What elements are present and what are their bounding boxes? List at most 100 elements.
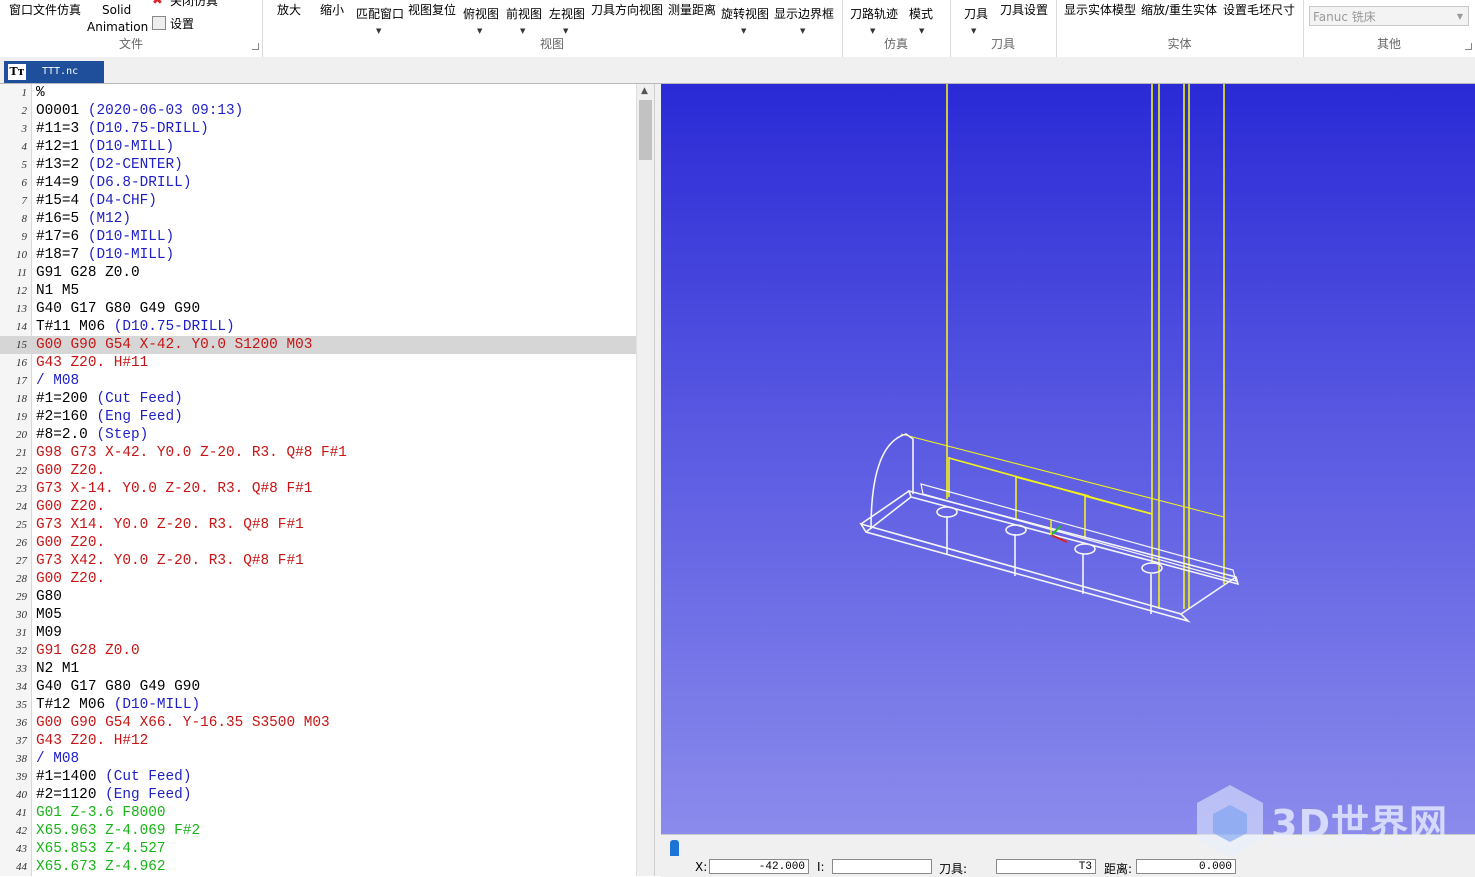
code-line[interactable]: 7 #15=4 (D4-CHF) <box>0 192 636 210</box>
code-line[interactable]: 29 G80 <box>0 588 636 606</box>
fit-window-button[interactable]: 匹配窗口 <box>356 7 404 21</box>
tool-button[interactable]: 刀具 <box>964 7 988 21</box>
line-number: 6 <box>21 177 28 189</box>
code-line[interactable]: 39 #1=1400 (Cut Feed) <box>0 768 636 786</box>
code-line[interactable]: 30 M05 <box>0 606 636 624</box>
code-line[interactable]: 18 #1=200 (Cut Feed) <box>0 390 636 408</box>
code-line[interactable]: 13 G40 G17 G80 G49 G90 <box>0 300 636 318</box>
code-line[interactable]: 23 G73 X-14. Y0.0 Z-20. R3. Q#8 F#1 <box>0 480 636 498</box>
top-view-chevron-down-icon[interactable]: ▼ <box>477 27 482 35</box>
top-view-button[interactable]: 俯视图 <box>463 7 499 21</box>
code-line[interactable]: 40 #2=1120 (Eng Feed) <box>0 786 636 804</box>
code-line[interactable]: 41 G01 Z-3.6 F8000 <box>0 804 636 822</box>
code-line[interactable]: 24 G00 Z20. <box>0 498 636 516</box>
code-line[interactable]: 16 G43 Z20. H#11 <box>0 354 636 372</box>
code-comment: (D6.8-DRILL) <box>87 175 192 191</box>
scrollbar-thumb[interactable] <box>639 100 652 160</box>
code-line[interactable]: 27 G73 X42. Y0.0 Z-20. R3. Q#8 F#1 <box>0 552 636 570</box>
slider-thumb[interactable] <box>670 840 679 856</box>
group-launcher-file-icon[interactable] <box>252 43 259 50</box>
code-text: #15=4 (D4-CHF) <box>36 192 157 210</box>
nc-code-editor[interactable]: 1% 2 O0001 (2020-06-03 09:13) 3 #11=3 (D10.7… <box>0 84 654 876</box>
code-text: G40 G17 G80 G49 G90 <box>36 300 200 318</box>
code-text: G40 G17 G80 G49 G90 <box>36 678 200 696</box>
code-line[interactable]: 22 G00 Z20. <box>0 462 636 480</box>
code-line[interactable]: 21 G98 G73 X-42. Y0.0 Z-20. R3. Q#8 F#1 <box>0 444 636 462</box>
code-line[interactable]: 20 #8=2.0 (Step) <box>0 426 636 444</box>
scroll-up-icon[interactable]: ▲ <box>641 86 648 96</box>
code-line[interactable]: 42 X65.963 Z-4.069 F#2 <box>0 822 636 840</box>
close-sim-icon[interactable]: ✖ <box>152 0 163 8</box>
toolpath-button[interactable]: 刀路轨迹 <box>850 7 898 21</box>
code-line[interactable]: 36 G00 G90 G54 X66. Y-16.35 S3500 M03 <box>0 714 636 732</box>
simulation-3d-viewport[interactable] <box>661 84 1475 834</box>
left-view-chevron-down-icon[interactable]: ▼ <box>563 27 568 35</box>
code-line[interactable]: 37 G43 Z20. H#12 <box>0 732 636 750</box>
code-line[interactable]: 34 G40 G17 G80 G49 G90 <box>0 678 636 696</box>
measure-distance-button[interactable]: 测量距离 <box>668 3 716 17</box>
group-launcher-other-icon[interactable] <box>1465 43 1472 50</box>
code-line[interactable]: 8 #16=5 (M12) <box>0 210 636 228</box>
code-statement: N2 M1 <box>36 661 80 677</box>
solid-animation-button-line1[interactable]: Solid <box>102 3 131 17</box>
group-label-sim: 仿真 <box>883 37 908 51</box>
tool-settings-button[interactable]: 刀具设置 <box>1000 3 1048 17</box>
front-view-chevron-down-icon[interactable]: ▼ <box>520 27 525 35</box>
close-sim-button[interactable]: 关闭仿真 <box>170 0 218 8</box>
toolpath-chevron-down-icon[interactable]: ▼ <box>870 27 875 35</box>
code-line[interactable]: 31 M09 <box>0 624 636 642</box>
code-line[interactable]: 12 N1 M5 <box>0 282 636 300</box>
code-line[interactable]: 15 G00 G90 G54 X-42. Y0.0 S1200 M03 <box>0 336 636 354</box>
code-line[interactable]: 32 G91 G28 Z0.0 <box>0 642 636 660</box>
code-text: N2 M1 <box>36 660 79 678</box>
code-line[interactable]: 11 G91 G28 Z0.0 <box>0 264 636 282</box>
code-line[interactable]: 2 O0001 (2020-06-03 09:13) <box>0 102 636 120</box>
code-line[interactable]: 4 #12=1 (D10-MILL) <box>0 138 636 156</box>
code-line[interactable]: 5 #13=2 (D2-CENTER) <box>0 156 636 174</box>
fit-window-chevron-down-icon[interactable]: ▼ <box>376 27 381 35</box>
code-line[interactable]: 6 #14=9 (D6.8-DRILL) <box>0 174 636 192</box>
code-line[interactable]: 14 T#11 M06 (D10.75-DRILL) <box>0 318 636 336</box>
set-stock-button[interactable]: 设置毛坯尺寸 <box>1223 3 1295 17</box>
code-statement: #1=1400 <box>36 769 106 785</box>
zoom-in-button[interactable]: 放大 <box>277 3 301 17</box>
settings-button[interactable]: 设置 <box>170 17 194 31</box>
window-file-sim-button[interactable]: 窗口文件仿真 <box>9 3 81 17</box>
left-view-button[interactable]: 左视图 <box>549 7 585 21</box>
mode-chevron-down-icon[interactable]: ▼ <box>919 27 924 35</box>
zoom-regen-button[interactable]: 缩放/重生实体 <box>1141 3 1217 17</box>
code-statement: M09 <box>36 625 62 641</box>
code-line[interactable]: 9 #17=6 (D10-MILL) <box>0 228 636 246</box>
code-line[interactable]: 26 G00 Z20. <box>0 534 636 552</box>
editor-vertical-scrollbar[interactable]: ▲ <box>636 84 654 876</box>
code-line[interactable]: 44 X65.673 Z-4.962 <box>0 858 636 876</box>
code-line[interactable]: 10 #18=7 (D10-MILL) <box>0 246 636 264</box>
code-line[interactable]: 25 G73 X14. Y0.0 Z-20. R3. Q#8 F#1 <box>0 516 636 534</box>
code-line[interactable]: 38 / M08 <box>0 750 636 768</box>
view-reset-button[interactable]: 视图复位 <box>408 3 456 17</box>
show-bbox-button[interactable]: 显示边界框 <box>774 7 834 21</box>
solid-animation-button-line2[interactable]: Animation <box>87 20 148 34</box>
rotate-view-button[interactable]: 旋转视图 <box>721 7 769 21</box>
zoom-out-button[interactable]: 缩小 <box>320 3 344 17</box>
mode-button[interactable]: 模式 <box>909 7 933 21</box>
front-view-button[interactable]: 前视图 <box>506 7 542 21</box>
code-line[interactable]: 19 #2=160 (Eng Feed) <box>0 408 636 426</box>
show-solid-button[interactable]: 显示实体模型 <box>1064 3 1136 17</box>
code-line[interactable]: 43 X65.853 Z-4.527 <box>0 840 636 858</box>
code-text: X65.673 Z-4.962 <box>36 858 166 876</box>
tool-chevron-down-icon[interactable]: ▼ <box>971 27 976 35</box>
show-bbox-chevron-down-icon[interactable]: ▼ <box>800 27 805 35</box>
ribbon-group-sim: 刀路轨迹 ▼ 模式 ▼ 仿真 <box>842 0 951 57</box>
code-line[interactable]: 33 N2 M1 <box>0 660 636 678</box>
code-line[interactable]: 17 / M08 <box>0 372 636 390</box>
code-line[interactable]: 3 #11=3 (D10.75-DRILL) <box>0 120 636 138</box>
code-line[interactable]: 35 T#12 M06 (D10-MILL) <box>0 696 636 714</box>
code-line[interactable]: 28 G00 Z20. <box>0 570 636 588</box>
rotate-view-chevron-down-icon[interactable]: ▼ <box>741 27 746 35</box>
machine-select[interactable]: Fanuc 铣床 ▼ <box>1309 6 1469 26</box>
tool-dir-view-button[interactable]: 刀具方向视图 <box>591 3 663 17</box>
document-tab[interactable]: Tᴛ TTT.nc <box>4 61 104 83</box>
code-line[interactable]: 1% <box>0 84 636 102</box>
settings-icon[interactable] <box>152 16 166 30</box>
